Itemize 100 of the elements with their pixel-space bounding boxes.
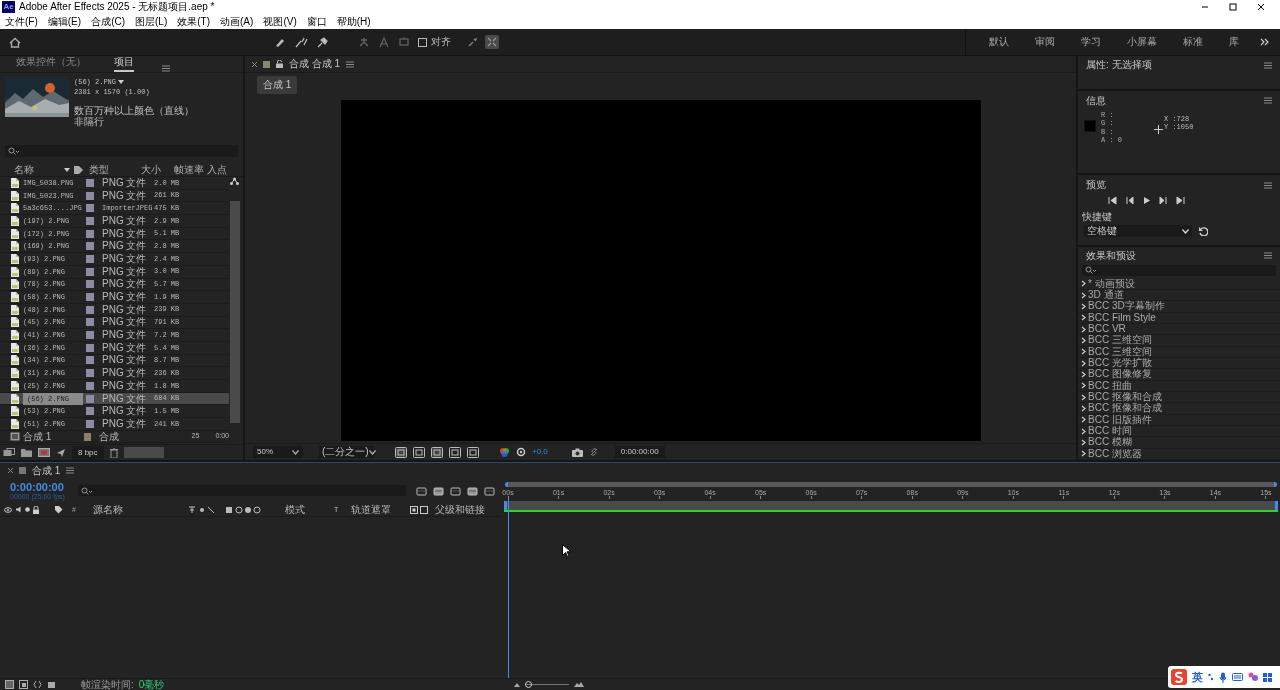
effect-category[interactable]: BCC 模糊: [1078, 437, 1280, 449]
search-field[interactable]: [5, 145, 238, 157]
eye-icon[interactable]: [4, 506, 12, 513]
label-swatch[interactable]: [86, 178, 94, 187]
menu-item[interactable]: 视图(V): [260, 16, 300, 27]
panel-tab[interactable]: 效果控件（无）: [16, 57, 86, 72]
column-header[interactable]: 源名称: [92, 504, 177, 515]
caret-icon[interactable]: [118, 80, 124, 84]
menu-icon[interactable]: [1264, 97, 1272, 105]
brush-icon[interactable]: [294, 36, 308, 48]
keyboard-icon[interactable]: [1232, 673, 1243, 681]
label-swatch[interactable]: [86, 419, 94, 428]
view-axis-icon[interactable]: [398, 36, 410, 48]
channels-icon[interactable]: [499, 446, 510, 458]
punctuation-icon[interactable]: [1208, 673, 1214, 681]
effect-category[interactable]: BCC 抠像和合成: [1078, 391, 1280, 404]
current-time[interactable]: 0:00:00:00: [10, 480, 78, 493]
zoom-in-icon[interactable]: [574, 682, 585, 687]
search-field[interactable]: [78, 485, 406, 496]
microphone-icon[interactable]: [1219, 671, 1227, 683]
last-frame-icon[interactable]: [1176, 196, 1185, 206]
zoom-dropdown[interactable]: 50%: [253, 446, 303, 458]
snap-feature-icon[interactable]: [485, 35, 499, 49]
render-time-toggle-icon[interactable]: [47, 680, 56, 689]
exposure-value[interactable]: +0.0: [532, 448, 548, 456]
effect-category[interactable]: BCC 抠像和合成: [1078, 403, 1280, 415]
effect-category[interactable]: BCC 旧版插件: [1078, 414, 1280, 426]
timecode-field[interactable]: 0:00:00:00: [614, 446, 665, 458]
menu-icon[interactable]: [346, 60, 355, 68]
label-swatch[interactable]: [86, 267, 94, 276]
effect-category[interactable]: BCC 三维空间: [1078, 346, 1280, 358]
effect-category[interactable]: 3D 通道: [1078, 289, 1280, 302]
close-icon[interactable]: [1256, 2, 1266, 12]
scrollbar-thumb[interactable]: [229, 201, 240, 423]
effect-category[interactable]: BCC 光学扩散: [1078, 357, 1280, 370]
label-swatch[interactable]: [86, 242, 94, 251]
reset-icon[interactable]: [1198, 226, 1208, 237]
speaker-icon[interactable]: [15, 506, 22, 513]
column-header[interactable]: 类型: [89, 164, 141, 175]
menu-icon[interactable]: [162, 65, 170, 72]
lock-icon[interactable]: [276, 60, 283, 68]
menu-item[interactable]: 效果(T): [174, 16, 214, 27]
label-swatch[interactable]: [86, 394, 94, 403]
effect-category[interactable]: BCC VR: [1078, 323, 1280, 336]
workspace-tab[interactable]: 小屏幕: [1116, 37, 1168, 47]
search-field[interactable]: [1082, 264, 1276, 276]
label-swatch[interactable]: [86, 254, 94, 263]
panel-tab[interactable]: 项目: [114, 57, 134, 72]
menu-item[interactable]: 动画(A): [217, 16, 257, 27]
snapping-checkbox[interactable]: 对齐: [418, 37, 451, 47]
column-header[interactable]: 轨道遮罩: [350, 504, 407, 515]
menu-icon[interactable]: [1264, 252, 1272, 259]
label-swatch[interactable]: [86, 305, 94, 314]
draft-3d-icon[interactable]: [433, 485, 444, 496]
column-header[interactable]: 模式: [284, 504, 331, 515]
region-icon[interactable]: [449, 446, 461, 458]
snap-edge-icon[interactable]: [467, 36, 479, 48]
frame-blending-icon[interactable]: [450, 485, 461, 496]
workspace-tab[interactable]: 学习: [1070, 37, 1112, 47]
label-swatch[interactable]: [86, 280, 94, 289]
label-swatch[interactable]: [86, 381, 94, 390]
menu-icon[interactable]: [66, 467, 75, 474]
column-header[interactable]: 入点: [207, 164, 233, 175]
label-swatch[interactable]: [86, 229, 94, 238]
guides-icon[interactable]: [467, 446, 479, 458]
shortcut-dropdown[interactable]: 空格键: [1084, 225, 1192, 238]
modes-toggle-icon[interactable]: [19, 680, 28, 689]
input-mode[interactable]: 英: [1192, 671, 1203, 683]
effect-category[interactable]: BCC 时间: [1078, 425, 1280, 438]
home-icon[interactable]: [9, 36, 21, 48]
menu-item[interactable]: 图层(L): [132, 16, 171, 27]
exposure-reset-icon[interactable]: [516, 447, 526, 457]
bit-depth-button[interactable]: 8 bpc: [72, 445, 104, 460]
composition-flowchart-icon[interactable]: [416, 485, 427, 496]
trash-icon[interactable]: [109, 447, 118, 458]
effect-category[interactable]: BCC 扭曲: [1078, 380, 1280, 392]
label-swatch[interactable]: [86, 204, 94, 213]
render-queue-icon[interactable]: [56, 447, 66, 458]
folder-icon[interactable]: [21, 448, 32, 457]
axis-icon[interactable]: [358, 36, 370, 48]
zoom-out-icon[interactable]: [514, 682, 521, 687]
input-method-logo-icon[interactable]: [1171, 669, 1187, 685]
effect-category[interactable]: BCC Film Style: [1078, 312, 1280, 324]
solo-icon[interactable]: [25, 507, 30, 512]
label-swatch[interactable]: [83, 432, 92, 441]
column-header[interactable]: 大小: [141, 164, 174, 175]
motion-blur-icon[interactable]: [467, 485, 478, 496]
toolbox-icon[interactable]: [1263, 672, 1272, 682]
label-swatch[interactable]: [86, 191, 94, 200]
menu-icon[interactable]: [1264, 181, 1272, 189]
menu-item[interactable]: 帮助(H): [333, 16, 374, 27]
workspace-tab[interactable]: 默认: [978, 37, 1020, 47]
menu-item[interactable]: 窗口: [303, 16, 330, 27]
resolution-dropdown[interactable]: (二分之一): [319, 446, 375, 458]
new-composition-icon[interactable]: [38, 448, 50, 457]
label-swatch[interactable]: [86, 293, 94, 302]
column-header[interactable]: 帧速率: [174, 164, 207, 175]
menu-item[interactable]: 合成(C): [88, 16, 128, 27]
camera-icon[interactable]: [571, 447, 583, 457]
label-swatch[interactable]: [86, 356, 94, 365]
